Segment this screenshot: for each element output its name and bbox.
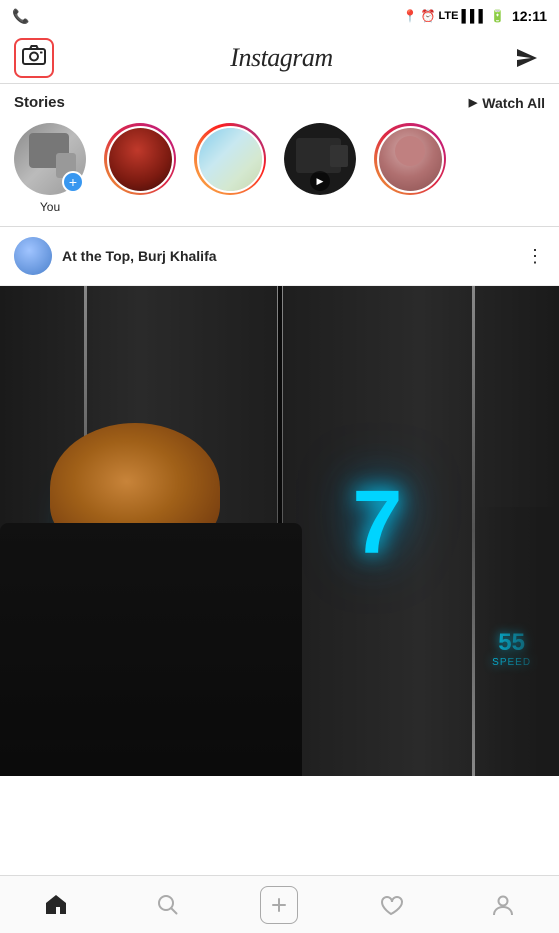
- phone-icon: 📞: [12, 8, 29, 25]
- status-bar: 📞 📍 ⏰ LTE ▌▌▌ 🔋 12:11: [0, 0, 559, 32]
- stories-title: Stories: [14, 94, 65, 111]
- time-display: 12:11: [512, 8, 547, 24]
- story-avatar-4: [374, 123, 446, 195]
- add-story-badge: +: [62, 171, 84, 193]
- story-item-3[interactable]: ▶: [280, 123, 360, 200]
- story-avatar-2: [194, 123, 266, 195]
- post-author-avatar: [14, 237, 52, 275]
- story-ring-4: [374, 123, 446, 195]
- bottom-navigation: [0, 875, 559, 933]
- camera-button[interactable]: [14, 38, 54, 78]
- nav-home[interactable]: [28, 883, 84, 927]
- stories-header: Stories ▶ Watch All: [0, 84, 559, 119]
- battery-icon: 🔋: [490, 9, 505, 23]
- story-label-you: You: [40, 200, 60, 214]
- person-foreground: [0, 423, 335, 776]
- story-item-you[interactable]: + You: [10, 123, 90, 214]
- post-author-row: At the Top, Burj Khalifa ⋮: [0, 227, 559, 286]
- alarm-icon: ⏰: [421, 9, 436, 23]
- app-logo: Instagram: [230, 43, 332, 73]
- lte-badge: LTE: [439, 10, 459, 22]
- story-avatar-3: ▶: [284, 123, 356, 195]
- nav-profile[interactable]: [475, 883, 531, 927]
- send-button[interactable]: [509, 40, 545, 76]
- location-icon: 📍: [403, 9, 418, 23]
- nav-add[interactable]: [251, 883, 307, 927]
- nav-search[interactable]: [140, 883, 196, 927]
- story-item-4[interactable]: [370, 123, 450, 200]
- story-avatar-1: [104, 123, 176, 195]
- story-ring-1: [104, 123, 176, 195]
- story-ring-2: [194, 123, 266, 195]
- elevator-scene: 7 7 36 METERS 55 SPEED: [0, 286, 559, 776]
- stories-row: + You: [0, 119, 559, 227]
- story-avatar-you: +: [14, 123, 86, 195]
- add-post-icon: [260, 886, 298, 924]
- story-item-2[interactable]: [190, 123, 270, 200]
- post-image[interactable]: 7 7 36 METERS 55 SPEED: [0, 286, 559, 776]
- post-more-button[interactable]: ⋮: [526, 247, 545, 265]
- video-play-badge: ▶: [310, 171, 330, 191]
- watch-all-label: Watch All: [482, 95, 545, 111]
- top-navigation: Instagram: [0, 32, 559, 84]
- story-item-1[interactable]: [100, 123, 180, 200]
- camera-icon: [22, 44, 46, 72]
- nav-heart[interactable]: [363, 883, 419, 927]
- floor-number-7: 7: [352, 472, 402, 575]
- post-author-name: At the Top, Burj Khalifa: [62, 248, 526, 264]
- watch-all-button[interactable]: ▶ Watch All: [469, 95, 545, 111]
- signal-icon: ▌▌▌: [461, 9, 487, 23]
- play-icon: ▶: [469, 96, 477, 109]
